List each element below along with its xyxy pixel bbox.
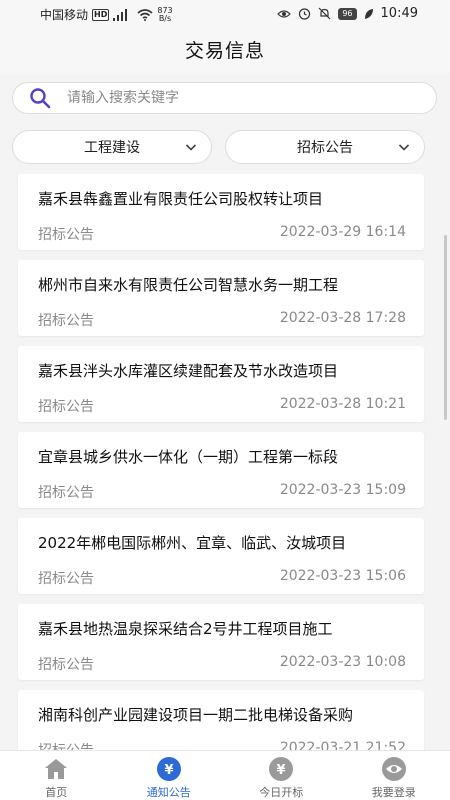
- carrier-label: 中国移动: [40, 8, 89, 22]
- category-filter-label: 工程建设: [84, 140, 140, 156]
- tab-label: 首页: [45, 786, 68, 799]
- search-bar[interactable]: [12, 82, 437, 114]
- page-title: 交易信息: [184, 40, 265, 62]
- clock-time: 10:49: [380, 6, 418, 21]
- svg-text:¥: ¥: [164, 763, 173, 778]
- list-item[interactable]: 郴州市自来水有限责任公司智慧水务一期工程 招标公告 2022-03-28 17:…: [18, 260, 424, 336]
- signal-icon: [113, 8, 128, 21]
- item-time: 2022-03-28 10:21: [279, 396, 406, 412]
- type-filter-label: 招标公告: [297, 140, 353, 156]
- wifi-icon: [137, 8, 153, 21]
- item-time: 2022-03-21 21:52: [279, 740, 406, 750]
- item-title: 湘南科创产业园建设项目一期二批电梯设备采购: [38, 706, 354, 724]
- item-title: 2022年郴电国际郴州、宜章、临武、汝城项目: [38, 534, 347, 552]
- eye-icon: [277, 9, 292, 18]
- category-filter-dropdown[interactable]: 工程建设: [12, 130, 212, 164]
- tab-label: 我要登录: [371, 786, 416, 799]
- status-bar: 中国移动 HD 873 B/s 96 10:49: [0, 0, 450, 28]
- list-item[interactable]: 嘉禾县泮头水库灌区续建配套及节水改造项目 招标公告 2022-03-28 10:…: [18, 346, 424, 422]
- chevron-down-icon: [185, 144, 197, 151]
- type-filter-dropdown[interactable]: 招标公告: [225, 130, 425, 164]
- list-item[interactable]: 湘南科创产业园建设项目一期二批电梯设备采购 招标公告 2022-03-21 21…: [18, 690, 424, 750]
- item-title: 宜章县城乡供水一体化（一期）工程第一标段: [38, 448, 339, 466]
- leaf-icon: [364, 8, 373, 19]
- yen-coin-icon: ¥: [156, 756, 182, 782]
- search-input[interactable]: [67, 90, 387, 106]
- item-title: 嘉禾县犇鑫置业有限责任公司股权转让项目: [38, 190, 324, 208]
- tab-label: 通知公告: [146, 786, 191, 799]
- tab-home[interactable]: 首页: [0, 751, 113, 800]
- eye-icon: [381, 756, 407, 782]
- item-tag: 招标公告: [38, 485, 94, 501]
- battery-indicator: 96: [338, 7, 357, 20]
- tab-notices[interactable]: ¥ 通知公告: [113, 751, 226, 800]
- app-header: 交易信息: [0, 28, 450, 74]
- item-title: 嘉禾县地热温泉探采结合2号井工程项目施工: [38, 620, 333, 638]
- search-icon[interactable]: [27, 85, 53, 111]
- item-title: 嘉禾县泮头水库灌区续建配套及节水改造项目: [38, 362, 339, 380]
- mute-bell-icon: [318, 7, 331, 20]
- scrollbar[interactable]: [444, 235, 447, 420]
- item-title: 郴州市自来水有限责任公司智慧水务一期工程: [38, 276, 339, 294]
- item-time: 2022-03-29 16:14: [279, 224, 406, 240]
- svg-text:¥: ¥: [277, 763, 286, 778]
- item-time: 2022-03-28 17:28: [279, 310, 406, 326]
- hd-badge: HD: [92, 8, 110, 21]
- list-item[interactable]: 嘉禾县犇鑫置业有限责任公司股权转让项目 招标公告 2022-03-29 16:1…: [18, 174, 424, 250]
- tab-today-opening[interactable]: ¥ 今日开标: [225, 751, 338, 800]
- net-speed-unit: B/s: [158, 13, 172, 23]
- item-time: 2022-03-23 15:09: [279, 482, 406, 498]
- list-item[interactable]: 嘉禾县地热温泉探采结合2号井工程项目施工 招标公告 2022-03-23 10:…: [18, 604, 424, 680]
- item-tag: 招标公告: [38, 740, 94, 750]
- list-item[interactable]: 2022年郴电国际郴州、宜章、临武、汝城项目 招标公告 2022-03-23 1…: [18, 518, 424, 594]
- tab-label: 今日开标: [259, 786, 304, 799]
- alarm-icon: [299, 8, 311, 20]
- item-tag: 招标公告: [38, 399, 94, 415]
- status-left: 中国移动 HD 873 B/s: [40, 6, 173, 23]
- item-tag: 招标公告: [38, 313, 94, 329]
- item-tag: 招标公告: [38, 571, 94, 587]
- list-item[interactable]: 宜章县城乡供水一体化（一期）工程第一标段 招标公告 2022-03-23 15:…: [18, 432, 424, 508]
- home-icon: [43, 756, 69, 782]
- item-time: 2022-03-23 15:06: [279, 568, 406, 584]
- tab-login[interactable]: 我要登录: [338, 751, 450, 800]
- chevron-down-icon: [398, 144, 410, 151]
- yen-coin-icon: ¥: [268, 756, 294, 782]
- net-speed: 873 B/s: [157, 6, 172, 23]
- item-tag: 招标公告: [38, 657, 94, 673]
- item-time: 2022-03-23 10:08: [279, 654, 406, 670]
- status-right: 96 10:49: [277, 6, 418, 21]
- bottom-tab-bar: 首页 ¥ 通知公告 ¥ 今日开标 我要登录: [0, 750, 450, 800]
- item-tag: 招标公告: [38, 227, 94, 243]
- announcement-list[interactable]: 嘉禾县犇鑫置业有限责任公司股权转让项目 招标公告 2022-03-29 16:1…: [0, 168, 450, 750]
